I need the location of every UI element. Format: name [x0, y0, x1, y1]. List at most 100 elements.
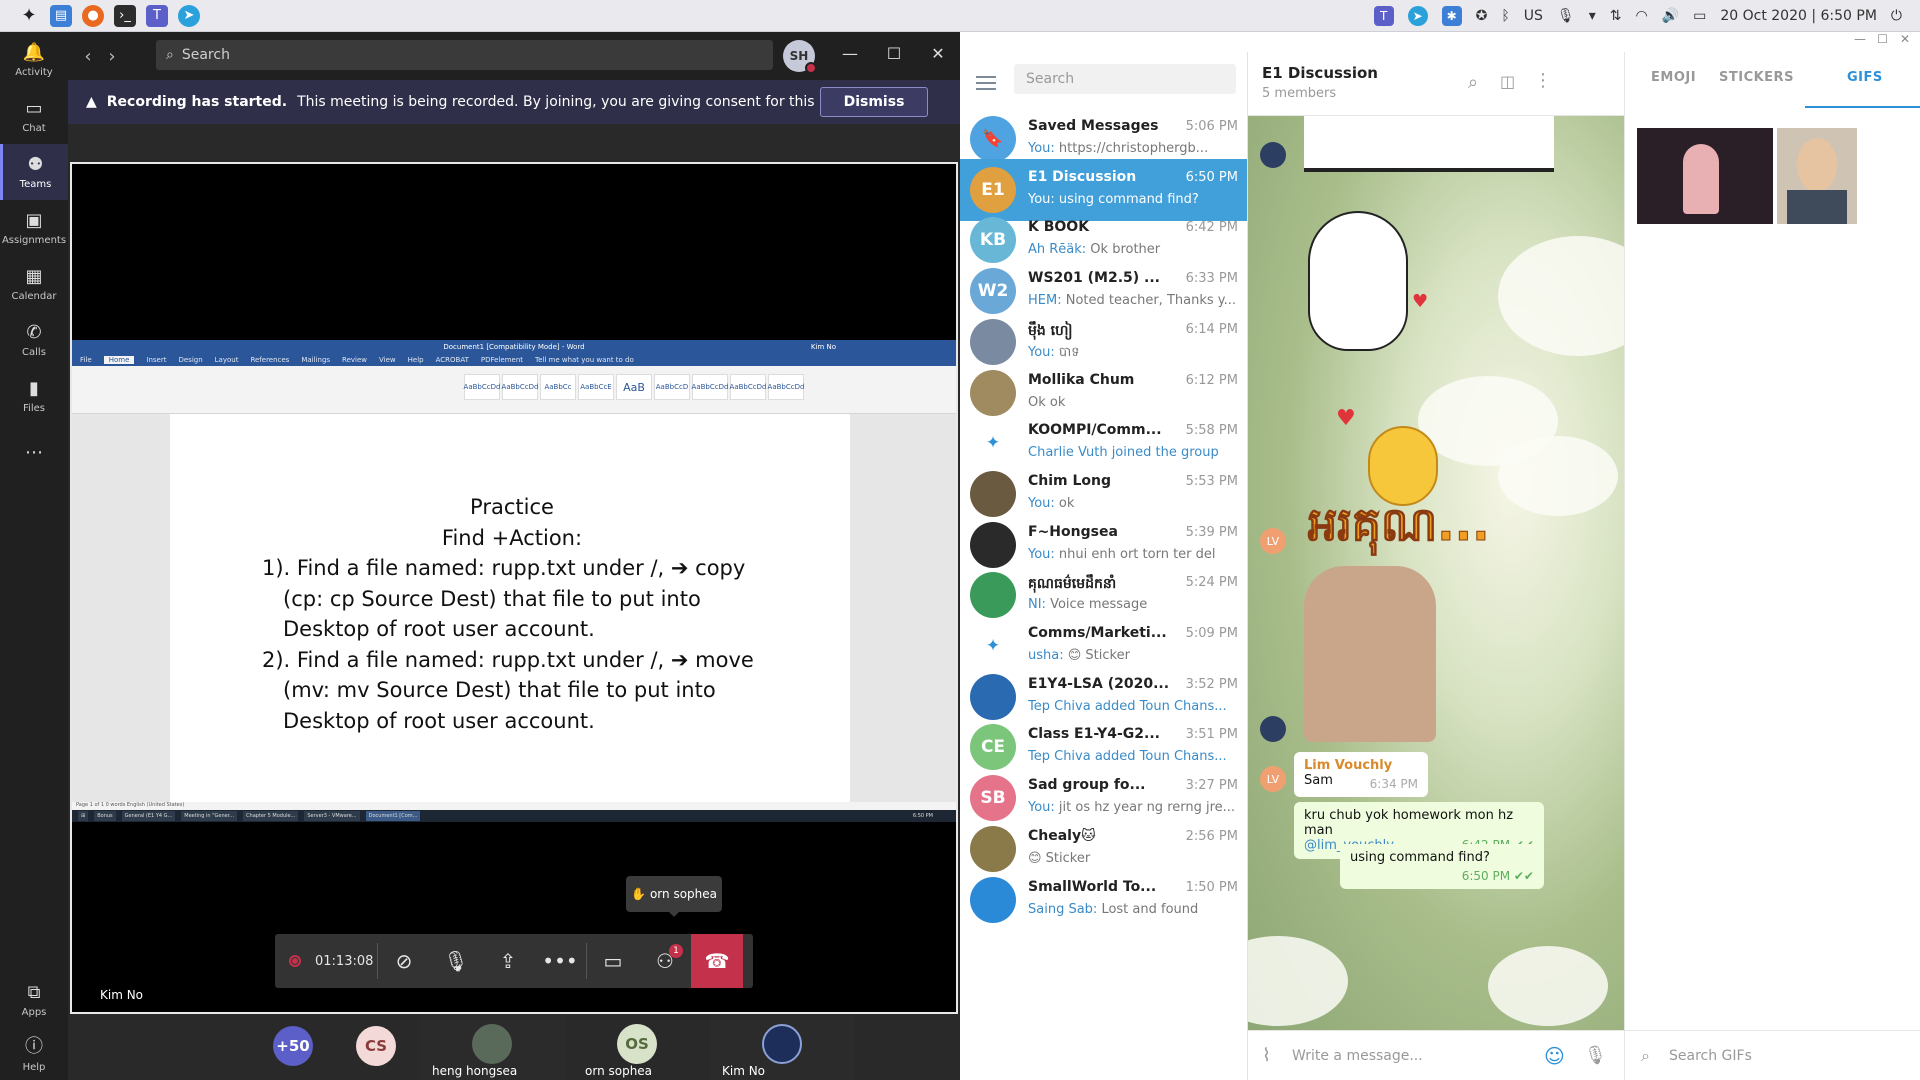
rail-apps[interactable]: ⧉ Apps — [0, 972, 68, 1028]
taskbar-item[interactable]: Chapter 5 Module... — [243, 811, 299, 821]
style-normal[interactable]: AaBbCcDd — [464, 374, 500, 400]
taskbar-item[interactable]: Document1 [Com... — [365, 811, 421, 821]
participant-tile-orn[interactable]: OS orn sophea — [565, 1014, 710, 1080]
word-tab-pdfelement[interactable]: PDFelement — [481, 356, 523, 364]
tab-gifs[interactable]: GIFS — [1847, 70, 1883, 85]
style-emphasis[interactable]: AaBbCcDd — [730, 374, 766, 400]
minimize-icon[interactable]: — — [838, 44, 862, 63]
participant-tile-kim[interactable]: Kim No — [710, 1014, 855, 1080]
participant-tile-heng[interactable]: heng hongsea — [420, 1014, 565, 1080]
participants-button[interactable]: ⚇ 1 — [639, 934, 691, 988]
avatar[interactable]: LV — [1260, 766, 1286, 792]
dropdown-icon[interactable]: ▾ — [1589, 8, 1596, 24]
camera-off-button[interactable]: ⊘ — [378, 934, 430, 988]
bluetooth-icon[interactable]: ᛒ — [1501, 8, 1509, 24]
photo-sticker[interactable] — [1304, 566, 1436, 742]
avatar[interactable] — [1260, 142, 1286, 168]
conversation-title[interactable]: E1 Discussion — [1262, 64, 1378, 82]
network-icon[interactable]: ⇅ — [1610, 8, 1622, 24]
taskbar-item[interactable]: Bonus — [94, 811, 116, 821]
emoji-icon[interactable]: ☺ — [1544, 1044, 1565, 1068]
wifi-icon[interactable]: ◠ — [1635, 8, 1647, 24]
dismiss-button[interactable]: Dismiss — [820, 87, 928, 117]
word-tab-references[interactable]: References — [250, 356, 289, 364]
keyboard-layout[interactable]: US — [1524, 8, 1543, 24]
word-tab-insert[interactable]: Insert — [146, 356, 166, 364]
rail-calendar[interactable]: ▦ Calendar — [0, 256, 68, 312]
terminal-icon[interactable]: ›_ — [114, 4, 136, 27]
style-intense-emphasis[interactable]: AaBbCcDd — [768, 374, 804, 400]
taskbar-item[interactable]: Meeting in "Gener... — [181, 811, 238, 821]
taskbar-item[interactable]: General (E1 Y4 G... — [121, 811, 176, 821]
app-menu-icon[interactable]: ✦ — [18, 5, 40, 27]
tab-stickers[interactable]: STICKERS — [1719, 70, 1794, 85]
taskbar-item[interactable]: Server3 - VMware... — [304, 811, 360, 821]
search-input[interactable]: ⌕ Search — [156, 40, 773, 70]
message-bubble-own[interactable]: using command find? 6:50 PM ✔✔ — [1340, 844, 1544, 889]
search-icon[interactable]: ⌕ — [1468, 72, 1478, 93]
rail-assignments[interactable]: ▣ Assignments — [0, 200, 68, 256]
volume-icon[interactable]: 🔊 — [1662, 8, 1679, 24]
hamburger-menu-icon[interactable] — [976, 72, 996, 94]
gif-thumbnail[interactable] — [1637, 128, 1773, 224]
teams-tray-icon[interactable]: T — [1373, 6, 1394, 26]
microphone-icon[interactable]: 🎙 — [1584, 1045, 1607, 1066]
word-tab-home[interactable]: Home — [103, 355, 135, 364]
style-title[interactable]: AaB — [616, 374, 652, 400]
attach-icon[interactable]: ⌇ — [1262, 1045, 1271, 1066]
message-area[interactable]: ♥ ♥ អរគុណ... LV LV Lim Vouchly Sam 6:34 … — [1248, 116, 1624, 1030]
chat-search-input[interactable]: Search — [1014, 64, 1236, 94]
overflow-participants[interactable]: +50 — [273, 1026, 313, 1066]
chat-list-item[interactable]: SmallWorld To... 1:50 PM Saing Sab: Lost a… — [960, 869, 1247, 931]
chat-button[interactable]: ▭ — [587, 934, 639, 988]
bunny-sticker[interactable] — [1308, 211, 1408, 351]
user-avatar[interactable]: SH — [783, 40, 817, 74]
rail-files[interactable]: ▮ Files — [0, 368, 68, 424]
word-tab-design[interactable]: Design — [178, 356, 202, 364]
sidebar-toggle-icon[interactable]: ◫ — [1500, 72, 1515, 91]
word-tab-view[interactable]: View — [379, 356, 396, 364]
back-icon[interactable]: ‹ — [76, 46, 100, 67]
word-page[interactable]: Practice Find +Action: 1). Find a file n… — [170, 414, 850, 802]
more-vertical-icon[interactable]: ⋮ — [1534, 70, 1552, 91]
participant-avatar-cs[interactable]: CS — [356, 1026, 396, 1066]
maximize-icon[interactable]: ☐ — [882, 44, 906, 63]
maximize-icon[interactable]: ☐ — [1877, 32, 1888, 46]
image-message[interactable] — [1304, 116, 1554, 172]
style-heading1[interactable]: AaBbCc — [540, 374, 576, 400]
gif-thumbnail[interactable] — [1777, 128, 1857, 224]
word-tab-help[interactable]: Help — [408, 356, 424, 364]
rail-teams[interactable]: ⚉ Teams — [0, 144, 68, 200]
close-icon[interactable]: ✕ — [1900, 32, 1910, 46]
word-tab-layout[interactable]: Layout — [215, 356, 239, 364]
file-manager-icon[interactable]: ▤ — [50, 4, 72, 27]
clock[interactable]: 20 Oct 2020 | 6:50 PM — [1720, 8, 1877, 24]
firefox-icon[interactable]: ● — [82, 4, 104, 27]
rail-more[interactable]: ⋯ — [0, 424, 68, 480]
avatar[interactable]: LV — [1260, 528, 1286, 554]
rail-calls[interactable]: ✆ Calls — [0, 312, 68, 368]
power-icon[interactable]: ⏻ — [1891, 8, 1902, 24]
accessibility-icon[interactable]: ✪ — [1476, 8, 1488, 24]
word-tab-mailings[interactable]: Mailings — [301, 356, 330, 364]
avatar[interactable] — [1260, 716, 1286, 742]
word-tab-review[interactable]: Review — [342, 356, 367, 364]
rail-help[interactable]: ⓘ Help — [0, 1024, 68, 1080]
share-screen-button[interactable]: ⇪ — [482, 934, 534, 988]
telegram-app-icon[interactable]: ➤ — [178, 4, 200, 27]
settings-tray-icon[interactable]: ✱ — [1441, 6, 1462, 26]
tab-emoji[interactable]: EMOJI — [1651, 70, 1696, 85]
message-bubble[interactable]: Lim Vouchly Sam 6:34 PM — [1294, 752, 1428, 797]
style-heading2[interactable]: AaBbCcE — [578, 374, 614, 400]
mic-off-button[interactable]: 🎙 — [430, 934, 482, 988]
forward-icon[interactable]: › — [100, 46, 124, 67]
teams-app-icon[interactable]: T — [146, 4, 168, 27]
style-nospacing[interactable]: AaBbCcDd — [502, 374, 538, 400]
windows-start-icon[interactable]: ⊞ — [78, 811, 89, 821]
battery-icon[interactable]: ▭ — [1693, 8, 1706, 24]
minimize-icon[interactable]: — — [1854, 32, 1866, 46]
rail-chat[interactable]: ▭ Chat — [0, 88, 68, 144]
gif-search-input[interactable]: ⌕ Search GIFs — [1625, 1030, 1920, 1080]
more-actions-button[interactable]: ••• — [534, 934, 586, 988]
yellow-sticker[interactable] — [1368, 426, 1438, 506]
